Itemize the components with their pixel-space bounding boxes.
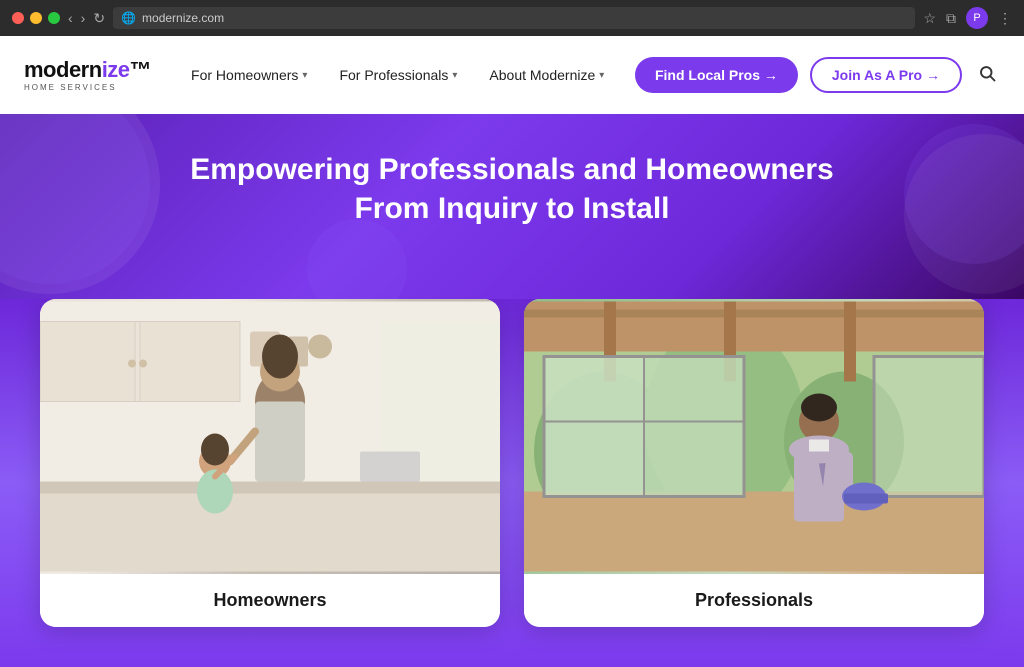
join-as-pro-button[interactable]: Join As A Pro → bbox=[810, 57, 962, 93]
nav-links: For Homeowners ▾ For Professionals ▾ Abo… bbox=[175, 36, 635, 114]
nav-about-modernize[interactable]: About Modernize ▾ bbox=[473, 36, 620, 114]
professionals-card-label: Professionals bbox=[524, 574, 984, 627]
reload-button[interactable]: ↻ bbox=[93, 10, 105, 27]
navbar: modernize™ HOME SERVICES For Homeowners … bbox=[0, 36, 1024, 114]
nav-about-label: About Modernize bbox=[489, 67, 595, 83]
logo-subtext: HOME SERVICES bbox=[24, 83, 151, 92]
homeowners-card[interactable]: Homeowners bbox=[40, 299, 500, 627]
browser-controls bbox=[12, 12, 60, 24]
chevron-down-icon: ▾ bbox=[452, 70, 457, 81]
profile-button[interactable]: P bbox=[966, 7, 988, 29]
homeowners-card-label: Homeowners bbox=[40, 574, 500, 627]
nav-professionals-label: For Professionals bbox=[339, 67, 448, 83]
minimize-btn[interactable] bbox=[30, 12, 42, 24]
nav-for-homeowners[interactable]: For Homeowners ▾ bbox=[175, 36, 323, 114]
homeowners-card-image bbox=[40, 299, 500, 574]
url-text: modernize.com bbox=[142, 11, 224, 25]
maximize-btn[interactable] bbox=[48, 12, 60, 24]
find-local-pros-button[interactable]: Find Local Pros → bbox=[635, 57, 798, 93]
address-bar[interactable]: 🌐 modernize.com bbox=[113, 7, 915, 29]
professionals-card-image bbox=[524, 299, 984, 574]
deco-circle-1 bbox=[0, 114, 150, 284]
favicon: 🌐 bbox=[121, 11, 136, 25]
professionals-card[interactable]: Professionals bbox=[524, 299, 984, 627]
hero-title: Empowering Professionals and Homeowners … bbox=[162, 150, 862, 228]
deco-circle-2 bbox=[904, 124, 1024, 264]
search-button[interactable] bbox=[974, 60, 1000, 91]
bookmark-button[interactable]: ☆ bbox=[923, 10, 936, 27]
extensions-button[interactable]: ⧉ bbox=[946, 10, 956, 27]
nav-homeowners-label: For Homeowners bbox=[191, 67, 298, 83]
browser-chrome: ‹ › ↻ 🌐 modernize.com ☆ ⧉ P ⋮ bbox=[0, 0, 1024, 36]
browser-actions: ☆ ⧉ P ⋮ bbox=[923, 7, 1012, 29]
nav-for-professionals[interactable]: For Professionals ▾ bbox=[323, 36, 473, 114]
forward-button[interactable]: › bbox=[81, 10, 86, 26]
hero-section: Empowering Professionals and Homeowners … bbox=[0, 114, 1024, 299]
deco-circle-3 bbox=[307, 219, 407, 299]
cards-section: Homeowners bbox=[0, 299, 1024, 667]
chevron-down-icon: ▾ bbox=[599, 70, 604, 81]
close-btn[interactable] bbox=[12, 12, 24, 24]
logo[interactable]: modernize™ HOME SERVICES bbox=[24, 59, 151, 92]
logo-text: modernize™ bbox=[24, 59, 151, 81]
nav-ctas: Find Local Pros → Join As A Pro → bbox=[635, 57, 1000, 93]
back-button[interactable]: ‹ bbox=[68, 10, 73, 26]
chevron-down-icon: ▾ bbox=[302, 70, 307, 81]
menu-button[interactable]: ⋮ bbox=[998, 10, 1012, 27]
